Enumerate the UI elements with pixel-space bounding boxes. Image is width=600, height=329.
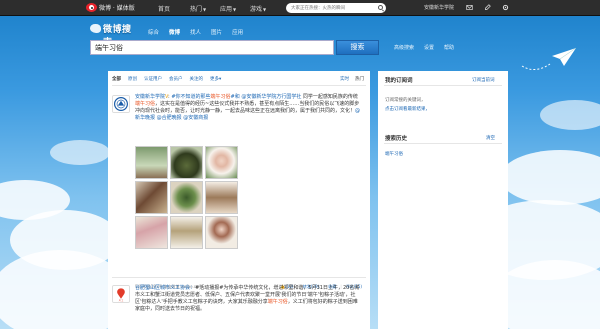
tab-people[interactable]: 找人 xyxy=(190,28,201,36)
right-sidebar: 我的订阅词 订阅当前词 订阅常搜的关键词， 点击订阅看最新结果， 搜索历史 清空… xyxy=(378,71,508,329)
filter-following[interactable]: 关注的 xyxy=(190,76,204,82)
nav-apps-label: 应用 xyxy=(220,6,233,13)
sort-realtime[interactable]: 实时 xyxy=(340,76,349,82)
edit-icon[interactable] xyxy=(484,4,491,11)
search-brand[interactable]: 微博搜索 s.weibo.com xyxy=(90,22,140,52)
top-search-input[interactable] xyxy=(286,3,372,13)
mention-link[interactable]: @安徽商报 xyxy=(183,115,208,121)
tab-images[interactable]: 图片 xyxy=(211,28,222,36)
avatar[interactable] xyxy=(112,95,130,113)
photo-thumbnail[interactable] xyxy=(205,216,238,249)
paper-plane-icon xyxy=(521,47,577,70)
nav-games-label: 游戏 xyxy=(250,6,263,13)
clear-history-link[interactable]: 清空 xyxy=(486,135,495,141)
post-author[interactable]: 合肥蜀山区城市义工协会： xyxy=(135,285,195,291)
weibo-post: 义工 合肥蜀山区城市义工协会：#活动播报#为传承中华传统文化，增进邻里和谐，5月… xyxy=(108,283,370,329)
divider xyxy=(112,277,366,278)
chevron-down-icon: ▾ xyxy=(219,77,222,82)
subscriptions-section: 我的订阅词 xyxy=(385,76,413,84)
post-text: 安徽新华学院V: #你不知道的那些端午习俗#和 @安徽新华学院方行国学社 同学一… xyxy=(135,94,361,121)
nav-hot-label: 热门 xyxy=(190,6,203,13)
settings-link[interactable]: 设置 xyxy=(424,44,434,51)
filter-more[interactable]: 更多▾ xyxy=(210,76,221,82)
filter-all[interactable]: 全部 xyxy=(112,76,121,82)
chevron-down-icon: ▼ xyxy=(263,7,267,12)
post-body: ，这实在是值得的经历~这些仪式我并不熟悉，甚至有点陌生……当我们的民俗以飞速的脚… xyxy=(135,101,360,114)
tab-apps[interactable]: 应用 xyxy=(232,28,243,36)
username-link[interactable]: 安徽新华学院 xyxy=(424,4,454,11)
sort-hot[interactable]: 热门 xyxy=(355,76,364,82)
divider xyxy=(384,85,502,86)
help-link[interactable]: 帮助 xyxy=(444,44,454,51)
avatar[interactable]: 义工 xyxy=(112,285,130,303)
post-body: 同学一起感知民族的传统 xyxy=(301,94,358,100)
photo-thumbnail[interactable] xyxy=(170,181,203,214)
history-title: 搜索历史 xyxy=(385,136,408,142)
search-button[interactable]: 搜索 xyxy=(336,40,379,55)
photo-thumbnail[interactable] xyxy=(170,216,203,249)
filter-more-label: 更多 xyxy=(210,77,219,82)
subscriptions-hint-link[interactable]: 点击订阅看最新结果， xyxy=(385,106,430,112)
photo-thumbnail[interactable] xyxy=(135,146,168,179)
photo-grid xyxy=(135,146,238,249)
post-author[interactable]: 安徽新华学院 xyxy=(135,94,165,100)
subscriptions-title: 我的订阅词 xyxy=(385,78,413,84)
mention-link[interactable]: @合肥晚报 xyxy=(157,115,182,121)
photo-thumbnail[interactable] xyxy=(205,181,238,214)
chevron-down-icon: ▼ xyxy=(233,7,237,12)
sort-tabs: 实时 热门 xyxy=(340,76,364,82)
keyword-highlight: 端午习俗 xyxy=(210,94,231,100)
filter-tabs: 全部 原创 认证用户 会员户 关注的 更多▾ xyxy=(112,76,221,82)
weibo-eye-icon xyxy=(86,3,97,12)
keyword-highlight: 端午习俗 xyxy=(135,101,156,107)
photo-thumbnail[interactable] xyxy=(135,181,168,214)
advanced-search-link[interactable]: 高级搜索 xyxy=(394,44,414,51)
tab-weibo[interactable]: 微博 xyxy=(169,28,180,36)
nav-hot[interactable]: 热门▼ xyxy=(190,4,206,13)
photo-thumbnail[interactable] xyxy=(205,146,238,179)
weibo-logo[interactable]: 微博 · 媒体版 xyxy=(86,3,135,12)
post-hashtag-end[interactable]: #和 xyxy=(231,94,242,100)
divider xyxy=(112,85,366,86)
post-text: 合肥蜀山区城市义工协会：#活动播报#为传承中华传统文化，增进邻里和谐，5月31日… xyxy=(135,285,361,313)
weibo-post: 安徽新华学院V: #你不知道的那些端午习俗#和 @安徽新华学院方行国学社 同学一… xyxy=(108,91,370,291)
results-panel: 全部 原创 认证用户 会员户 关注的 更多▾ 实时 热门 安徽新华学院V: #你… xyxy=(108,71,370,329)
filter-original[interactable]: 原创 xyxy=(128,76,137,82)
main-search-box[interactable] xyxy=(90,40,334,55)
verified-icon: V xyxy=(165,94,169,100)
chevron-down-icon: ▼ xyxy=(203,7,207,12)
filter-verified[interactable]: 认证用户 xyxy=(144,76,162,82)
subscriptions-hint: 订阅常搜的关键词， xyxy=(385,98,426,103)
nav-home[interactable]: 首页 xyxy=(158,4,170,13)
cloud-decoration xyxy=(540,100,600,130)
history-item[interactable]: 端午习俗 xyxy=(385,151,403,157)
cloud-decoration xyxy=(50,140,110,165)
search-icon[interactable] xyxy=(378,5,383,10)
top-search-box[interactable] xyxy=(286,3,386,13)
keyword-highlight: 端午习俗 xyxy=(267,299,288,305)
cloud-decoration xyxy=(500,150,600,205)
main-search-input[interactable] xyxy=(91,41,331,54)
post-hashtag[interactable]: #你不知道的那些 xyxy=(171,94,210,100)
mention-link[interactable]: @安徽新华学院方行国学社 xyxy=(241,94,301,100)
photo-thumbnail[interactable] xyxy=(170,146,203,179)
tab-general[interactable]: 综合 xyxy=(148,28,159,36)
gear-icon[interactable] xyxy=(502,4,509,11)
search-type-tabs: 综合 微博 找人 图片 应用 xyxy=(148,28,243,36)
weibo-search-logo-icon xyxy=(90,24,101,33)
nav-apps[interactable]: 应用▼ xyxy=(220,4,236,13)
nav-games[interactable]: 游戏▼ xyxy=(250,4,266,13)
top-nav-bar: 微博 · 媒体版 首页 热门▼ 应用▼ 游戏▼ 安徽新华学院 xyxy=(0,0,600,16)
svg-text:义工: 义工 xyxy=(119,298,124,302)
photo-thumbnail[interactable] xyxy=(135,216,168,249)
divider xyxy=(384,143,502,144)
filter-members[interactable]: 会员户 xyxy=(169,76,183,82)
subscribe-current-link[interactable]: 订阅当前词 xyxy=(472,77,495,83)
header-links: 高级搜索 设置 帮助 xyxy=(394,44,454,51)
logo-text: 微博 · 媒体版 xyxy=(99,5,135,12)
message-icon[interactable] xyxy=(466,4,473,11)
